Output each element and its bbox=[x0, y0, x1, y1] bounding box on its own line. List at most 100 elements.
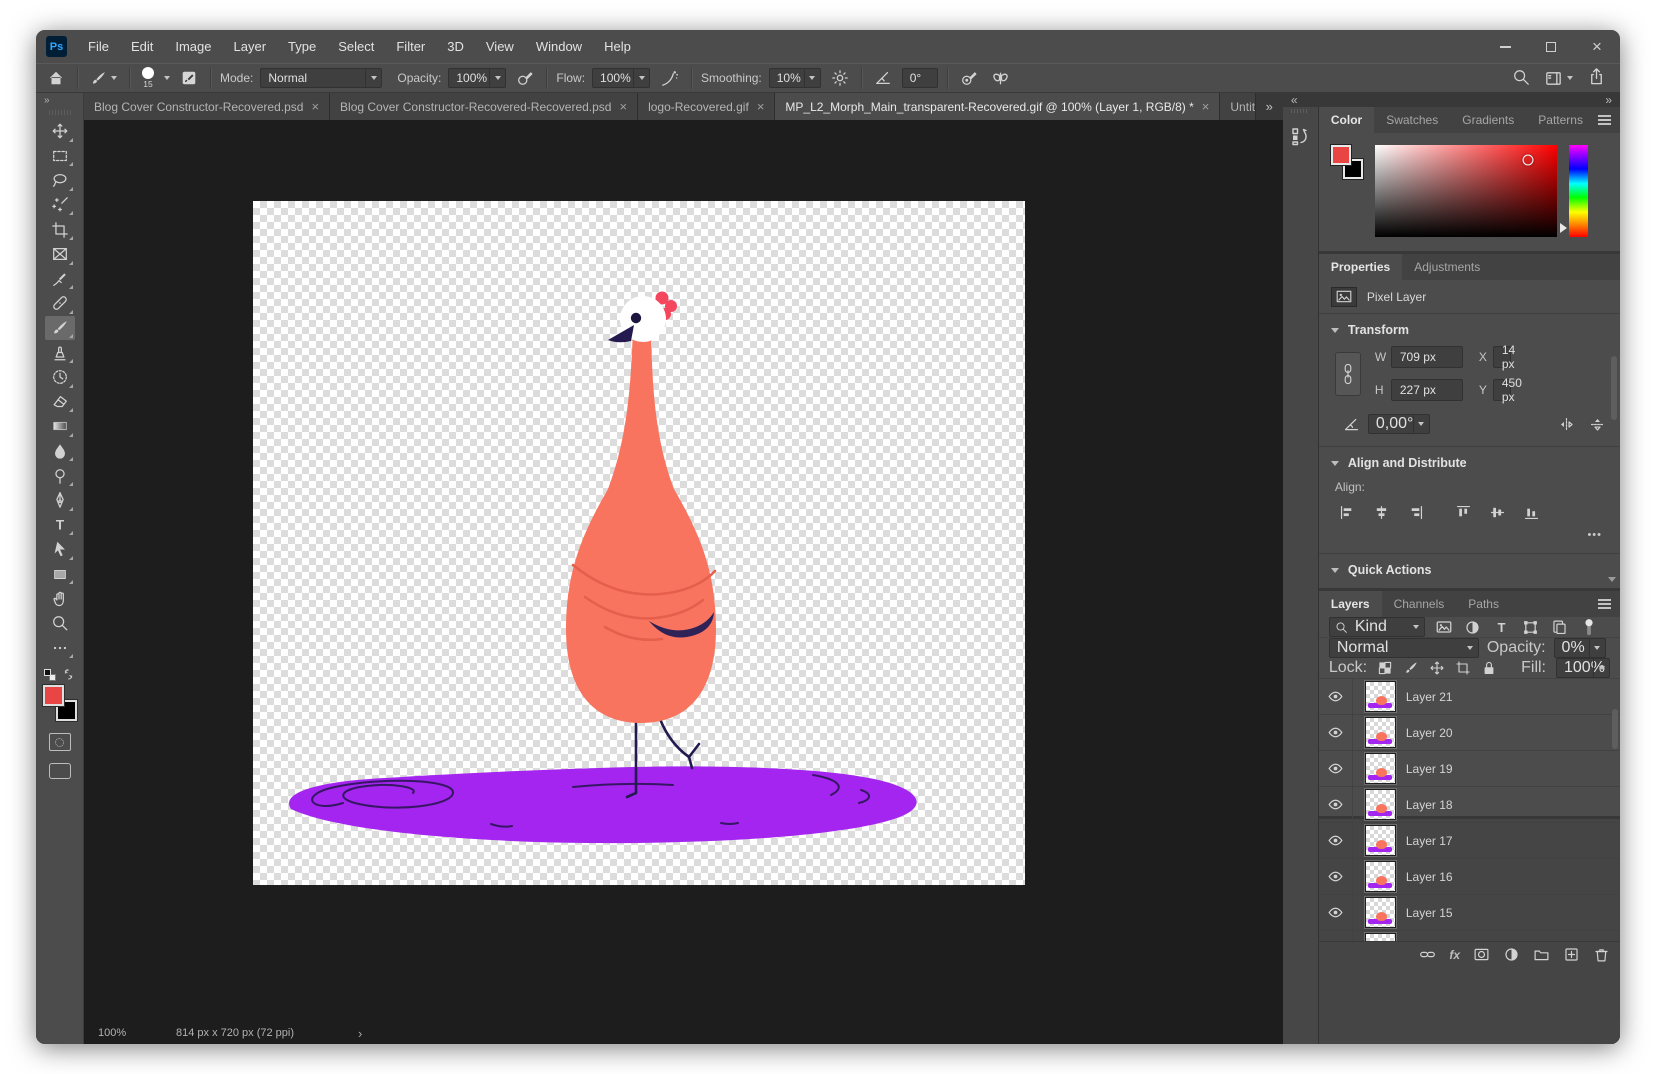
visibility-cell[interactable] bbox=[1319, 895, 1353, 930]
minimize-button[interactable] bbox=[1482, 30, 1528, 63]
align-right-icon[interactable] bbox=[1407, 504, 1424, 521]
x-field[interactable]: 14 px bbox=[1493, 346, 1511, 368]
new-adjustment-layer-icon[interactable] bbox=[1503, 946, 1520, 963]
menu-3d[interactable]: 3D bbox=[436, 30, 475, 63]
airbrush-icon[interactable] bbox=[657, 66, 682, 90]
history-brush-tool[interactable] bbox=[45, 365, 75, 390]
align-more-icon[interactable]: ••• bbox=[1319, 521, 1620, 541]
new-group-icon[interactable] bbox=[1533, 946, 1550, 963]
visibility-cell[interactable] bbox=[1319, 931, 1353, 941]
layer-opacity-dropdown[interactable]: 0% bbox=[1554, 638, 1606, 658]
rotate-angle-field[interactable]: 0,00° bbox=[1368, 414, 1430, 434]
smoothing-dropdown[interactable]: 10% bbox=[769, 68, 821, 88]
foreground-color-swatch[interactable] bbox=[43, 685, 64, 706]
collapse-dock-chevrons[interactable]: « bbox=[1291, 95, 1298, 105]
doc-tab-1[interactable]: Blog Cover Constructor-Recovered.psd× bbox=[84, 93, 330, 120]
zoom-level-field[interactable]: 100% bbox=[98, 1027, 176, 1039]
move-tool[interactable] bbox=[45, 119, 75, 144]
layer-row[interactable]: Layer 20 bbox=[1319, 715, 1620, 751]
workspace-switcher-icon[interactable] bbox=[1544, 69, 1573, 88]
layer-name[interactable]: Layer 20 bbox=[1406, 726, 1453, 740]
layer-thumbnail[interactable] bbox=[1365, 717, 1396, 748]
swap-colors-icon[interactable] bbox=[62, 668, 75, 681]
tab-close-icon[interactable]: × bbox=[1202, 99, 1210, 114]
brush-tool-preset-icon[interactable] bbox=[87, 66, 120, 90]
home-icon[interactable] bbox=[44, 66, 68, 90]
filter-toggle-icon[interactable] bbox=[1579, 617, 1599, 637]
visibility-cell[interactable] bbox=[1319, 715, 1353, 750]
color-panel-fg-bg[interactable] bbox=[1331, 145, 1363, 177]
blur-tool[interactable] bbox=[45, 439, 75, 464]
gradient-tool[interactable] bbox=[45, 414, 75, 439]
panel-menu-icon[interactable] bbox=[1598, 115, 1611, 125]
layer-thumbnail[interactable] bbox=[1365, 897, 1396, 928]
menu-edit[interactable]: Edit bbox=[120, 30, 164, 63]
layer-row-partial[interactable] bbox=[1319, 931, 1620, 941]
menu-layer[interactable]: Layer bbox=[223, 30, 278, 63]
tab-overflow-chevrons[interactable]: » bbox=[1256, 93, 1283, 120]
fill-dropdown[interactable]: 100% bbox=[1556, 658, 1610, 678]
clone-stamp-tool[interactable] bbox=[45, 340, 75, 365]
doc-tab-5[interactable]: Untitled-3-R bbox=[1220, 93, 1255, 120]
visibility-cell[interactable] bbox=[1319, 859, 1353, 894]
width-field[interactable]: 709 px bbox=[1391, 346, 1463, 368]
align-middle-vertical-icon[interactable] bbox=[1489, 504, 1506, 521]
hue-slider[interactable] bbox=[1569, 145, 1588, 237]
layer-name[interactable]: Layer 21 bbox=[1406, 690, 1453, 704]
y-field[interactable]: 450 px bbox=[1493, 379, 1511, 401]
visibility-cell[interactable] bbox=[1319, 751, 1353, 786]
new-layer-icon[interactable] bbox=[1563, 946, 1580, 963]
quick-actions-header[interactable]: Quick Actions bbox=[1319, 554, 1620, 583]
layer-thumbnail[interactable] bbox=[1365, 861, 1396, 892]
align-section-header[interactable]: Align and Distribute bbox=[1319, 447, 1620, 476]
menu-view[interactable]: View bbox=[475, 30, 525, 63]
layer-thumbnail[interactable] bbox=[1365, 681, 1396, 712]
symmetry-butterfly-icon[interactable] bbox=[988, 66, 1013, 90]
lock-all-icon[interactable] bbox=[1481, 660, 1497, 676]
align-bottom-icon[interactable] bbox=[1523, 504, 1540, 521]
tab-close-icon[interactable]: × bbox=[619, 99, 627, 114]
filter-shape-layers-icon[interactable] bbox=[1521, 617, 1541, 637]
tools-grip[interactable] bbox=[49, 110, 71, 115]
align-top-icon[interactable] bbox=[1455, 504, 1472, 521]
lock-artboard-icon[interactable] bbox=[1455, 660, 1471, 676]
doc-tab-3[interactable]: logo-Recovered.gif× bbox=[638, 93, 775, 120]
brush-size-preview[interactable]: 15 bbox=[139, 66, 157, 90]
tab-close-icon[interactable]: × bbox=[311, 99, 319, 114]
lock-transparency-icon[interactable] bbox=[1377, 660, 1393, 676]
rectangle-tool[interactable] bbox=[45, 562, 75, 587]
layer-name[interactable]: Layer 18 bbox=[1406, 798, 1453, 812]
layer-row[interactable]: Layer 19 bbox=[1319, 751, 1620, 787]
align-center-horizontal-icon[interactable] bbox=[1373, 504, 1390, 521]
crop-tool[interactable] bbox=[45, 217, 75, 242]
lock-pixels-icon[interactable] bbox=[1403, 660, 1419, 676]
pressure-size-icon[interactable] bbox=[957, 66, 981, 90]
layer-row[interactable]: Layer 21 bbox=[1319, 679, 1620, 715]
layers-scrollbar[interactable] bbox=[1612, 709, 1618, 749]
filter-smart-objects-icon[interactable] bbox=[1550, 617, 1570, 637]
smoothing-options-gear-icon[interactable] bbox=[828, 66, 852, 90]
opacity-dropdown[interactable]: 100% bbox=[448, 68, 506, 88]
blend-mode-dropdown[interactable]: Normal bbox=[1329, 638, 1479, 658]
tab-close-icon[interactable]: × bbox=[757, 99, 765, 114]
visibility-cell[interactable] bbox=[1319, 787, 1353, 822]
status-chevron-icon[interactable]: › bbox=[358, 1026, 362, 1041]
maximize-button[interactable] bbox=[1528, 30, 1574, 63]
default-colors-icon[interactable] bbox=[44, 669, 56, 681]
layer-thumbnail[interactable] bbox=[1365, 789, 1396, 820]
filter-kind-dropdown[interactable]: Kind bbox=[1329, 617, 1425, 637]
spot-healing-brush-tool[interactable] bbox=[45, 291, 75, 316]
visibility-cell[interactable] bbox=[1319, 679, 1353, 714]
menu-window[interactable]: Window bbox=[525, 30, 593, 63]
filter-type-layers-icon[interactable]: T bbox=[1492, 617, 1512, 637]
layer-thumbnail[interactable] bbox=[1365, 825, 1396, 856]
document-canvas[interactable] bbox=[253, 201, 1025, 885]
doc-tab-2[interactable]: Blog Cover Constructor-Recovered-Recover… bbox=[330, 93, 638, 120]
brush-size-caret[interactable] bbox=[164, 76, 170, 80]
dodge-tool[interactable] bbox=[45, 463, 75, 488]
layer-name[interactable]: Layer 16 bbox=[1406, 870, 1453, 884]
menu-image[interactable]: Image bbox=[164, 30, 222, 63]
saturation-brightness-field[interactable] bbox=[1375, 145, 1557, 237]
mode-dropdown[interactable]: Normal bbox=[260, 68, 382, 88]
layer-row[interactable]: Layer 15 bbox=[1319, 895, 1620, 931]
